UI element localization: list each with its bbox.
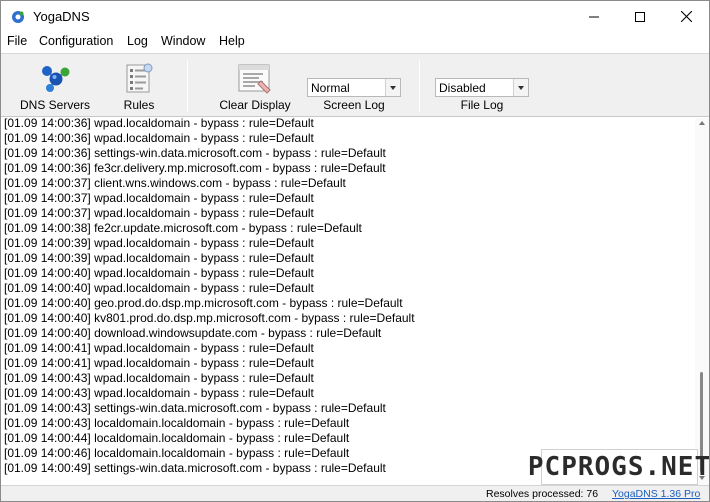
log-line: [01.09 14:00:40] download.windowsupdate.…: [4, 326, 382, 340]
watermark: PCPROGS.NET: [528, 449, 709, 485]
menu-help[interactable]: Help: [219, 34, 245, 48]
menu-configuration[interactable]: Configuration: [39, 34, 113, 48]
file-log-caption: File Log: [460, 98, 504, 112]
log-line: [01.09 14:00:36] fe3cr.delivery.mp.micro…: [4, 161, 386, 175]
file-log-select[interactable]: Disabled: [435, 78, 529, 97]
status-bar: Resolves processed: 76 YogaDNS 1.36 Pro: [1, 485, 709, 501]
toolbar-separator: [419, 60, 420, 112]
log-view[interactable]: [01.09 14:00:36] wpad.localdomain - bypa…: [1, 118, 709, 485]
chevron-down-icon[interactable]: [385, 79, 400, 96]
log-line: [01.09 14:00:37] wpad.localdomain - bypa…: [4, 191, 314, 205]
maximize-button[interactable]: [617, 1, 663, 32]
log-line: [01.09 14:00:39] wpad.localdomain - bypa…: [4, 236, 314, 250]
screen-log-caption: Screen Log: [323, 98, 385, 112]
log-line: [01.09 14:00:37] wpad.localdomain - bypa…: [4, 206, 314, 220]
file-log-value: Disabled: [439, 81, 486, 95]
yogadns-app-icon: [12, 11, 24, 23]
log-line: [01.09 14:00:43] localdomain.localdomain…: [4, 416, 350, 430]
chevron-down-icon[interactable]: [513, 79, 528, 96]
log-line: [01.09 14:00:43] wpad.localdomain - bypa…: [4, 386, 314, 400]
minimize-icon: [589, 16, 599, 17]
log-line: [01.09 14:00:41] wpad.localdomain - bypa…: [4, 356, 314, 370]
log-line: [01.09 14:00:36] wpad.localdomain - bypa…: [4, 118, 314, 130]
toolbar-separator: [187, 60, 188, 112]
log-line: [01.09 14:00:44] localdomain.localdomain…: [4, 431, 350, 445]
menu-log[interactable]: Log: [127, 34, 148, 48]
dns-servers-button[interactable]: DNS Servers: [15, 54, 95, 117]
toolbar: DNS Servers Rules Clear Display Normal S…: [1, 53, 709, 117]
log-line: [01.09 14:00:37] client.wns.windows.com …: [4, 176, 346, 190]
log-line: [01.09 14:00:40] wpad.localdomain - bypa…: [4, 266, 314, 280]
screen-log-value: Normal: [311, 81, 350, 95]
clear-display-button[interactable]: Clear Display: [213, 54, 297, 117]
log-line: [01.09 14:00:39] wpad.localdomain - bypa…: [4, 251, 314, 265]
rules-button[interactable]: Rules: [107, 54, 171, 117]
log-line: [01.09 14:00:43] settings-win.data.micro…: [4, 401, 386, 415]
dns-servers-label: DNS Servers: [19, 98, 90, 112]
log-line: [01.09 14:00:36] settings-win.data.micro…: [4, 146, 386, 160]
resolves-processed: Resolves processed: 76: [486, 488, 599, 500]
log-line: [01.09 14:00:40] kv801.prod.do.dsp.mp.mi…: [4, 311, 415, 325]
log-lines: [01.09 14:00:36] wpad.localdomain - bypa…: [4, 118, 694, 476]
screen-log-select[interactable]: Normal: [307, 78, 401, 97]
close-icon: [680, 11, 692, 22]
log-line: [01.09 14:00:41] wpad.localdomain - bypa…: [4, 341, 314, 355]
log-line: [01.09 14:00:43] wpad.localdomain - bypa…: [4, 371, 314, 385]
minimize-button[interactable]: [571, 1, 617, 32]
rules-label: Rules: [123, 98, 155, 112]
scroll-up-icon[interactable]: [699, 121, 705, 125]
maximize-icon: [635, 11, 645, 22]
clear-display-label: Clear Display: [219, 98, 291, 112]
version-link[interactable]: YogaDNS 1.36 Pro: [612, 488, 700, 500]
rules-icon: [126, 63, 153, 93]
menu-file[interactable]: File: [7, 34, 27, 48]
window-title: YogaDNS: [33, 9, 90, 24]
vertical-scrollbar[interactable]: [695, 118, 709, 485]
log-line: [01.09 14:00:38] fe2cr.update.microsoft.…: [4, 221, 362, 235]
title-bar[interactable]: YogaDNS: [1, 1, 709, 32]
log-line: [01.09 14:00:36] wpad.localdomain - bypa…: [4, 131, 314, 145]
dns-servers-icon: [42, 66, 70, 92]
app-window: YogaDNS File Configuration Log Window He…: [0, 0, 710, 502]
log-line: [01.09 14:00:40] geo.prod.do.dsp.mp.micr…: [4, 296, 403, 310]
log-line: [01.09 14:00:40] wpad.localdomain - bypa…: [4, 281, 314, 295]
menu-window[interactable]: Window: [161, 34, 205, 48]
close-button[interactable]: [663, 1, 709, 32]
clear-display-icon: [238, 64, 271, 94]
menu-bar: File Configuration Log Window Help: [1, 32, 709, 52]
